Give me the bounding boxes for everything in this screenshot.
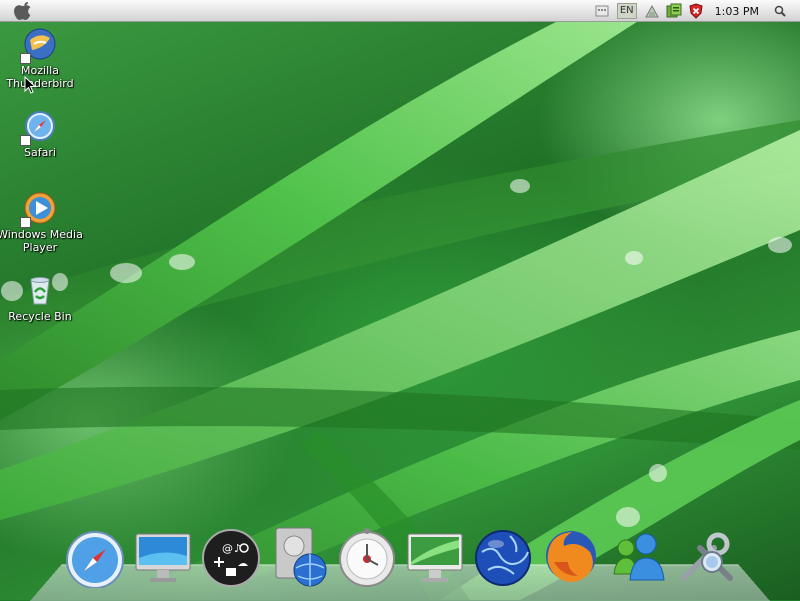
desktop-icon-safari[interactable]: Safari [0,108,85,159]
desktop-wallpaper [0,0,800,600]
mouse-cursor-icon [24,76,36,94]
desktop-icon-label: Safari [24,146,56,159]
messenger-icon[interactable] [606,522,672,592]
system-tray: EN 1:03 PM [591,0,800,22]
security-shield-icon[interactable] [688,3,704,19]
spotlight-search-icon[interactable] [772,3,788,19]
language-indicator[interactable]: EN [616,3,637,19]
desktop-icon-label: Recycle Bin [8,310,72,323]
network-icon[interactable] [644,3,660,19]
menu-bar: EN 1:03 PM [0,0,800,22]
shortcut-arrow-icon [20,217,31,228]
imac-display-icon[interactable] [130,522,196,592]
dashboard-icon[interactable]: @ ♪ [198,522,264,592]
globe-icon[interactable] [470,522,536,592]
clock[interactable]: 1:03 PM [715,5,759,18]
shortcut-arrow-icon [20,53,31,64]
desktop-icon-label: Windows Media [0,228,83,241]
safari-compass-icon[interactable] [62,522,128,592]
desktop-icon-label: Player [22,241,58,254]
time-machine-icon[interactable] [334,522,400,592]
firefox-icon[interactable] [538,522,604,592]
desktop-icon-thunderbird[interactable]: Mozilla Thunderbird [0,26,85,90]
desktop-icon-recycle-bin[interactable]: Recycle Bin [0,272,85,323]
desktop-icon-label: Thunderbird [6,77,74,90]
system-tools-icon[interactable] [674,522,740,592]
safari-icon [20,108,58,146]
desktop-icon-media-player[interactable]: Windows Media Player [0,190,85,254]
grass-blades-graphic [0,20,800,600]
security-center-icon[interactable] [666,3,682,19]
desktop-icon-label: Mozilla [21,64,59,77]
svg-text:@: @ [222,542,233,555]
media-player-icon [20,190,58,228]
network-drive-icon[interactable] [266,522,332,592]
dock: @ ♪ [58,522,748,600]
shortcut-arrow-icon [20,135,31,146]
recycle-bin-icon [22,272,58,308]
keyboard-icon[interactable] [594,3,610,19]
thunderbird-icon [20,26,58,64]
apple-logo-icon[interactable] [14,2,34,20]
desktop-preview-icon[interactable] [402,522,468,592]
